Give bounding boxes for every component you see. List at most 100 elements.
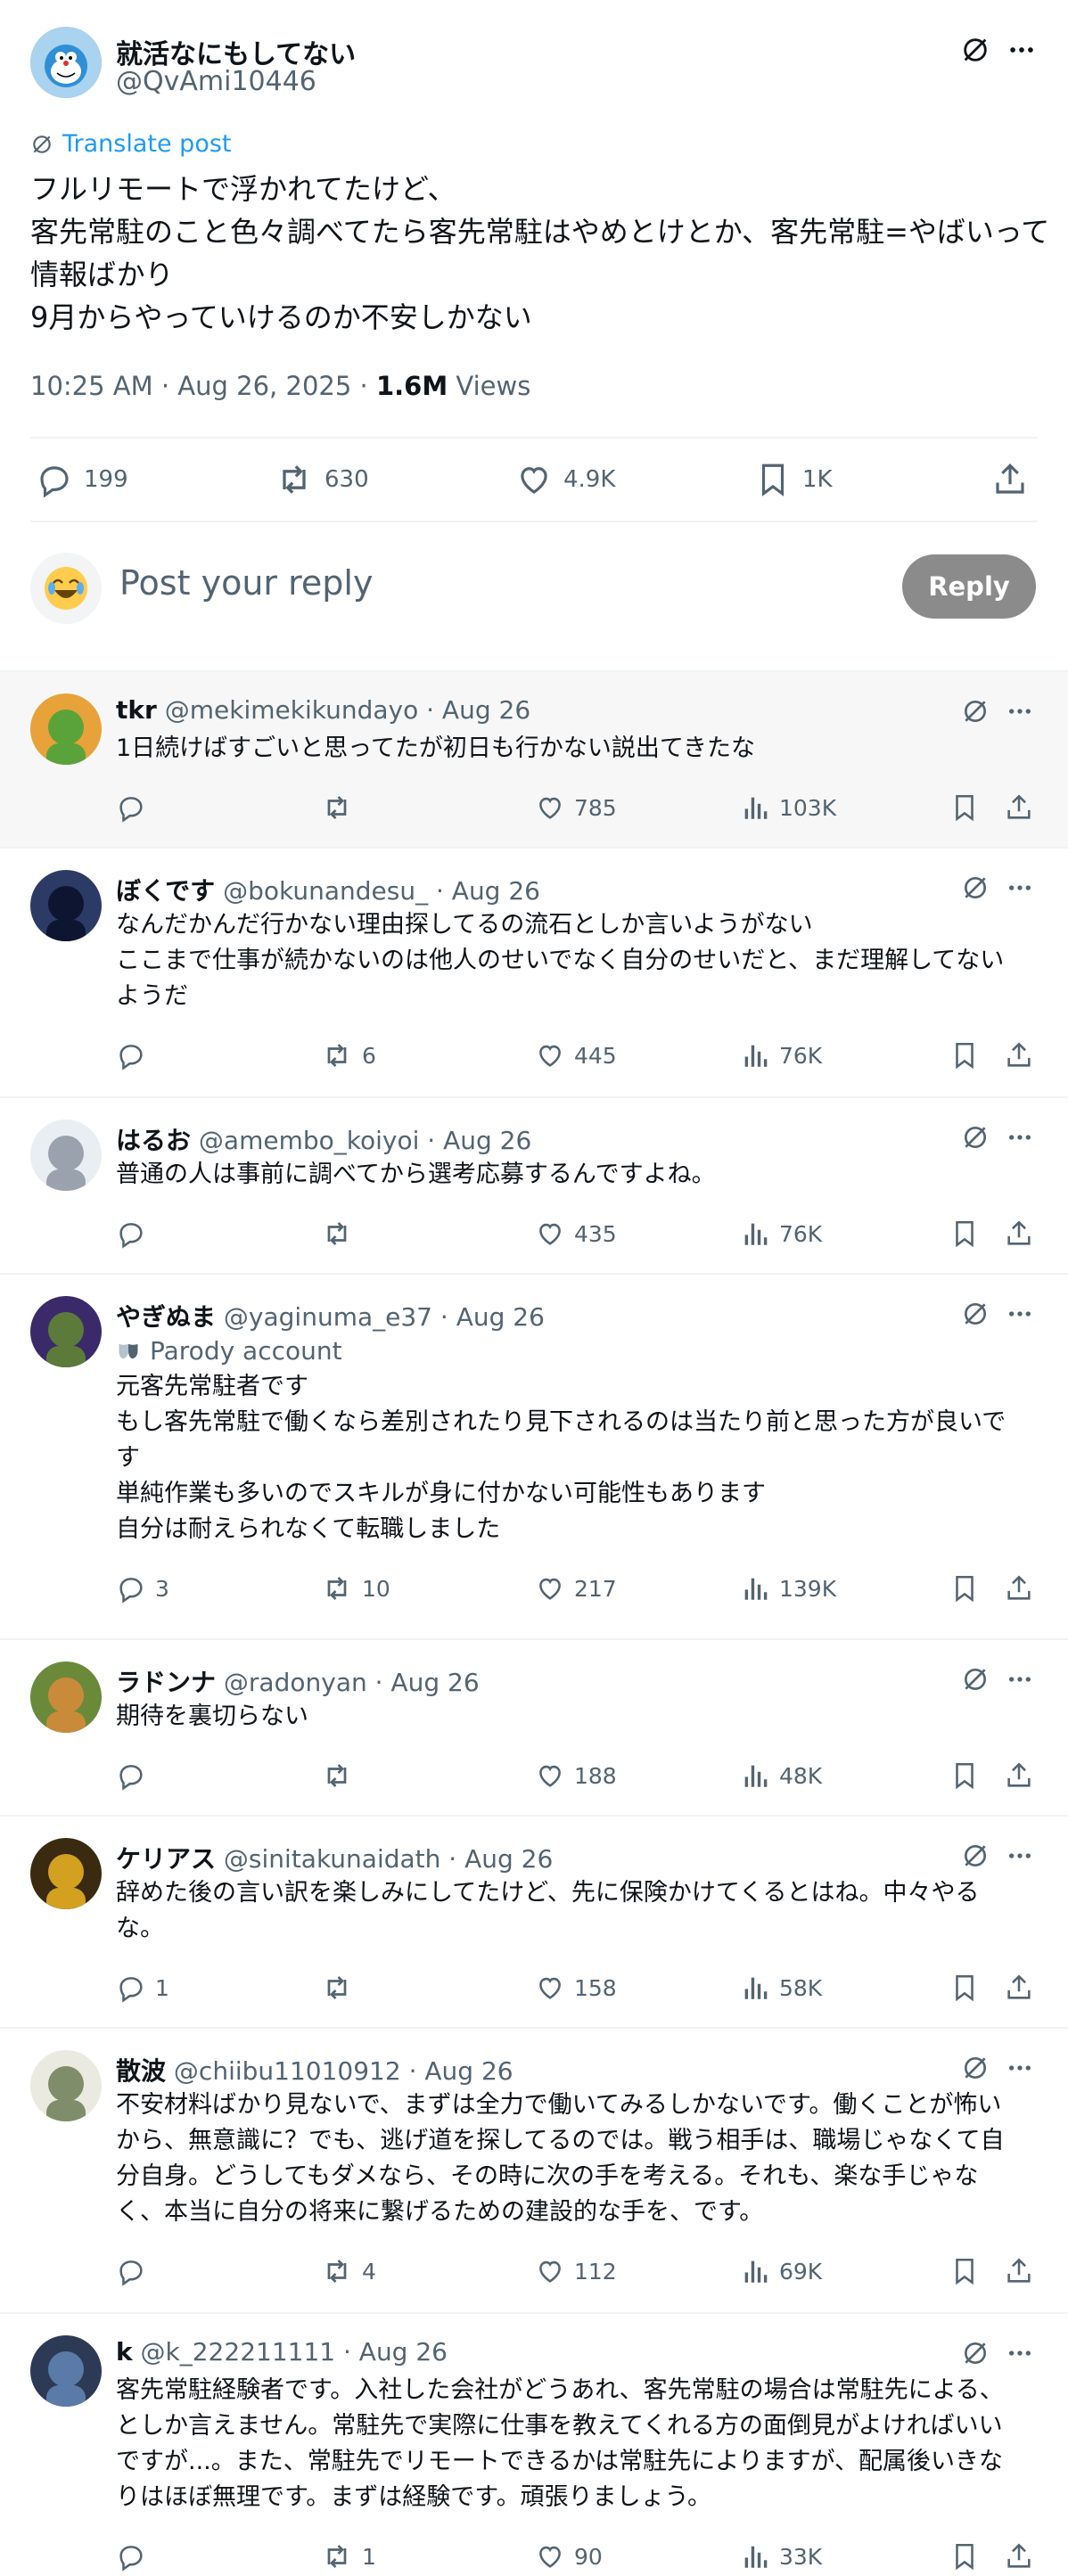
reply-avatar[interactable] <box>30 1296 102 1367</box>
share-button[interactable] <box>1004 1214 1034 1253</box>
reply-item[interactable]: やぎぬま @yaginuma_e37 · Aug 26 Parody accoun… <box>0 1273 1068 1640</box>
reply-item[interactable]: k @k_222211111 · Aug 26 客先常駐経験者です。入社した会社が… <box>0 2312 1068 2576</box>
reply-button[interactable] <box>116 2537 155 2576</box>
reply-avatar[interactable] <box>30 1661 102 1733</box>
reply-author-handle[interactable]: @mekimekikundayo <box>165 695 418 725</box>
reply-author-handle[interactable]: @sinitakunaidath <box>224 1844 440 1874</box>
like-button[interactable]: 445 <box>535 1036 617 1075</box>
views-button[interactable]: 139K <box>740 1569 836 1608</box>
views-button[interactable]: 76K <box>740 1036 822 1075</box>
repost-button[interactable] <box>321 1968 362 2007</box>
bookmark-button[interactable] <box>949 2537 980 2576</box>
reply-button[interactable] <box>116 2252 155 2291</box>
more-options-icon[interactable] <box>1004 1121 1036 1153</box>
more-options-icon[interactable] <box>1004 2337 1036 2369</box>
grok-icon[interactable] <box>959 2337 991 2369</box>
repost-button[interactable]: 6 <box>321 1036 376 1075</box>
views-button[interactable]: 76K <box>740 1214 822 1253</box>
reply-avatar[interactable] <box>30 870 102 941</box>
reply-avatar[interactable] <box>30 1838 102 1909</box>
reply-author-handle[interactable]: @k_222211111 <box>141 2337 336 2367</box>
reply-button[interactable]: 199 <box>36 455 128 505</box>
repost-button[interactable] <box>321 1756 362 1795</box>
reply-date[interactable]: · Aug 26 <box>409 2056 513 2086</box>
more-options-icon[interactable] <box>1004 1663 1036 1695</box>
grok-icon[interactable] <box>959 872 991 904</box>
reply-author-name[interactable]: tkr <box>116 695 157 725</box>
grok-icon[interactable] <box>959 1298 991 1330</box>
reply-author-handle[interactable]: @bokunandesu_ <box>223 876 428 906</box>
reply-author-name[interactable]: はるお <box>116 1126 191 1155</box>
reply-date[interactable]: · Aug 26 <box>448 1844 553 1874</box>
more-options-icon[interactable] <box>1004 695 1036 727</box>
share-button[interactable] <box>1004 2252 1034 2291</box>
like-button[interactable]: 158 <box>535 1968 617 2007</box>
grok-icon[interactable] <box>959 2052 991 2084</box>
more-options-icon[interactable] <box>1004 32 1039 68</box>
like-button[interactable]: 217 <box>535 1569 617 1608</box>
reply-item[interactable]: ケリアス @sinitakunaidath · Aug 26 辞めた後の言い訳を楽… <box>0 1815 1068 2029</box>
grok-icon[interactable] <box>957 32 993 68</box>
more-options-icon[interactable] <box>1004 1840 1036 1872</box>
bookmark-button[interactable] <box>949 1036 980 1075</box>
share-button[interactable] <box>1004 1968 1034 2007</box>
reply-date[interactable]: · Aug 26 <box>375 1668 480 1697</box>
reply-avatar[interactable] <box>30 693 102 765</box>
like-button[interactable]: 112 <box>535 2252 617 2291</box>
grok-icon[interactable] <box>959 695 991 727</box>
share-button[interactable] <box>1004 2537 1034 2576</box>
grok-icon[interactable] <box>959 1121 991 1153</box>
reply-date[interactable]: · Aug 26 <box>426 695 530 725</box>
translate-post-link[interactable]: Translate post <box>30 130 232 158</box>
reply-input[interactable]: Post your reply <box>119 563 373 603</box>
bookmark-button[interactable] <box>949 1968 980 2007</box>
reply-date[interactable]: · Aug 26 <box>440 1302 545 1332</box>
reply-button[interactable] <box>116 1214 155 1253</box>
share-button[interactable] <box>991 455 1029 505</box>
repost-button[interactable] <box>321 1214 362 1253</box>
more-options-icon[interactable] <box>1004 2052 1036 2084</box>
views-button[interactable]: 48K <box>740 1756 822 1795</box>
reply-item[interactable]: ラドンナ @radonyan · Aug 26 期待を裏切らない 188 48K <box>0 1638 1068 1817</box>
reply-item[interactable]: はるお @amembo_koiyoi · Aug 26 普通の人は事前に調べてから… <box>0 1096 1068 1275</box>
reply-button[interactable] <box>116 788 155 827</box>
like-button[interactable]: 188 <box>535 1756 617 1795</box>
views-button[interactable]: 33K <box>740 2537 822 2576</box>
bookmark-button[interactable] <box>949 1214 980 1253</box>
share-button[interactable] <box>1004 1756 1034 1795</box>
reply-avatar[interactable] <box>30 1120 102 1191</box>
reply-date[interactable]: · Aug 26 <box>436 876 540 906</box>
views-button[interactable]: 69K <box>740 2252 822 2291</box>
reply-avatar[interactable] <box>30 2335 102 2407</box>
reply-author-name[interactable]: 散波 <box>116 2056 166 2086</box>
reply-author-handle[interactable]: @chiibu11010912 <box>174 2056 401 2086</box>
share-button[interactable] <box>1004 1569 1034 1608</box>
reply-author-handle[interactable]: @radonyan <box>224 1668 367 1697</box>
reply-button[interactable] <box>116 1756 155 1795</box>
repost-button[interactable]: 10 <box>321 1569 390 1608</box>
views-button[interactable]: 58K <box>740 1968 822 2007</box>
bookmark-button[interactable] <box>949 1756 980 1795</box>
views-button[interactable]: 103K <box>740 788 836 827</box>
repost-button[interactable] <box>321 788 362 827</box>
bookmark-button[interactable] <box>949 1569 980 1608</box>
reply-author-name[interactable]: やぎぬま <box>116 1302 216 1332</box>
reply-date[interactable]: · Aug 26 <box>427 1126 531 1155</box>
bookmark-button[interactable] <box>949 2252 980 2291</box>
reply-author-name[interactable]: k <box>116 2337 133 2367</box>
reply-item[interactable]: ぼくです @bokunandesu_ · Aug 26 なんだかんだ行かない理由探… <box>0 847 1068 1098</box>
like-button[interactable]: 90 <box>535 2537 603 2576</box>
repost-button[interactable]: 1 <box>321 2537 376 2576</box>
translate-label[interactable]: Translate post <box>62 130 232 158</box>
like-button[interactable]: 4.9K <box>515 455 615 505</box>
reply-author-handle[interactable]: @amembo_koiyoi <box>199 1126 419 1155</box>
repost-button[interactable]: 630 <box>275 455 369 505</box>
post-timestamp[interactable]: 10:25 AM · Aug 26, 2025 · <box>30 371 376 401</box>
reply-author-name[interactable]: ぼくです <box>116 876 215 906</box>
author-avatar[interactable] <box>30 27 102 98</box>
reply-button[interactable]: 1 <box>116 1968 169 2007</box>
share-button[interactable] <box>1004 788 1034 827</box>
bookmark-button[interactable]: 1K <box>754 455 833 505</box>
reply-author-handle[interactable]: @yaginuma_e37 <box>224 1302 432 1332</box>
reply-author-name[interactable]: ラドンナ <box>116 1668 216 1697</box>
